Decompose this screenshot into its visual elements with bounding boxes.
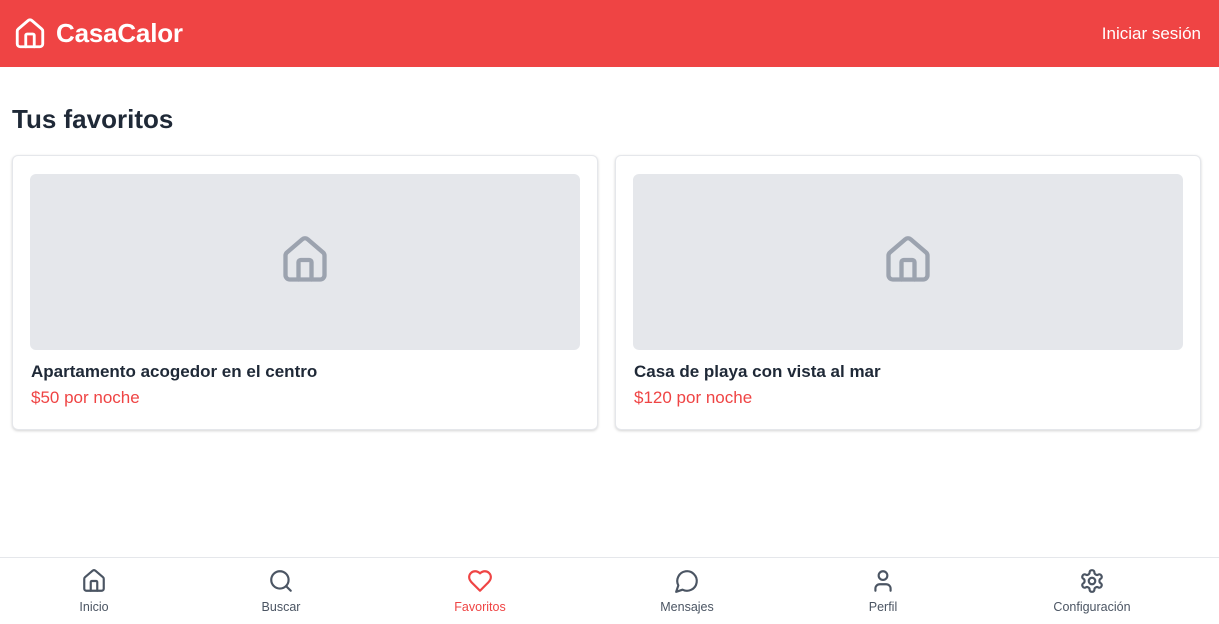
nav-label: Inicio: [79, 600, 109, 614]
app-header: CasaCalor Iniciar sesión: [0, 0, 1219, 67]
favorite-card[interactable]: Apartamento acogedor en el centro $50 po…: [12, 155, 598, 430]
nav-label: Configuración: [1053, 600, 1131, 614]
gear-icon: [1079, 568, 1105, 594]
listing-title: Casa de playa con vista al mar: [634, 362, 881, 381]
bottom-nav: Inicio Buscar Favoritos Mensajes Perfil …: [0, 557, 1219, 624]
brand[interactable]: CasaCalor: [13, 17, 183, 51]
nav-item-perfil[interactable]: Perfil: [813, 558, 953, 624]
home-icon: [882, 234, 934, 291]
home-icon: [279, 234, 331, 291]
nav-item-inicio[interactable]: Inicio: [24, 558, 164, 624]
listing-image-placeholder: [30, 174, 580, 350]
favorite-card[interactable]: Casa de playa con vista al mar $120 por …: [615, 155, 1201, 430]
search-icon: [268, 568, 294, 594]
home-icon: [13, 17, 47, 51]
heart-icon: [467, 568, 493, 594]
listing-image-placeholder: [633, 174, 1183, 350]
nav-item-configuracion[interactable]: Configuración: [1022, 558, 1162, 624]
nav-label: Perfil: [868, 600, 898, 614]
login-link[interactable]: Iniciar sesión: [1102, 24, 1201, 44]
message-icon: [674, 568, 700, 594]
nav-item-favoritos[interactable]: Favoritos: [410, 558, 550, 624]
listing-price: $50 por noche: [31, 388, 140, 407]
brand-name: CasaCalor: [56, 18, 183, 48]
home-icon: [81, 568, 107, 594]
user-icon: [870, 568, 896, 594]
listing-price: $120 por noche: [634, 388, 753, 407]
nav-item-mensajes[interactable]: Mensajes: [617, 558, 757, 624]
nav-label: Mensajes: [660, 600, 714, 614]
page-title: Tus favoritos: [12, 104, 174, 134]
nav-label: Buscar: [261, 600, 301, 614]
nav-item-buscar[interactable]: Buscar: [211, 558, 351, 624]
nav-label: Favoritos: [454, 600, 506, 614]
listing-title: Apartamento acogedor en el centro: [31, 362, 318, 381]
